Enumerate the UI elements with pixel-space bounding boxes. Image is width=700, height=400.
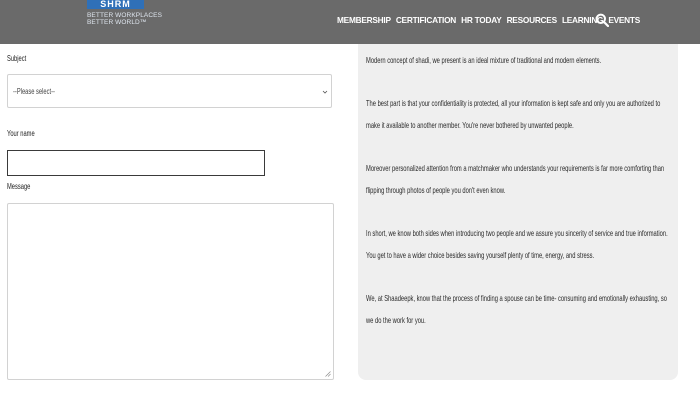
nav-certification[interactable]: CERTIFICATION (396, 15, 456, 25)
message-textarea[interactable] (7, 203, 334, 380)
message-label: Message (7, 182, 31, 191)
name-input[interactable] (7, 150, 265, 176)
logo-tagline-line1: BETTER WORKPLACES (87, 12, 163, 19)
info-panel: Modern concept of shadi, we present is a… (358, 44, 678, 380)
nav-events[interactable]: EVENTS (608, 15, 640, 25)
name-label: Your name (7, 129, 35, 138)
info-paragraph: Modern concept of shadi, we present is a… (366, 55, 602, 65)
chevron-down-icon (322, 90, 328, 94)
subject-select[interactable]: --Please select-- (7, 74, 332, 108)
nav-hr-today[interactable]: HR TODAY (461, 15, 502, 25)
top-navigation-bar: SHRM BETTER WORKPLACES BETTER WORLD™ MEM… (0, 0, 700, 44)
info-paragraph: The best part is that your confidentiali… (366, 98, 661, 130)
resize-handle-icon[interactable] (325, 371, 331, 377)
logo-mark: SHRM (87, 0, 144, 9)
nav-resources[interactable]: RESOURCES (507, 15, 558, 25)
logo-tagline-line2: BETTER WORLD™ (87, 19, 147, 26)
subject-label: Subject (7, 54, 27, 63)
shrm-logo[interactable]: SHRM BETTER WORKPLACES BETTER WORLD™ (84, 0, 162, 34)
nav-membership[interactable]: MEMBERSHIP (337, 15, 391, 25)
search-icon[interactable] (595, 13, 609, 27)
info-paragraph: Moreover personalized attention from a m… (366, 163, 665, 195)
info-paragraph: We, at Shaadeepk, know that the process … (366, 293, 667, 325)
info-paragraph: In short, we know both sides when introd… (366, 228, 668, 260)
subject-selected-value: --Please select-- (13, 87, 55, 96)
